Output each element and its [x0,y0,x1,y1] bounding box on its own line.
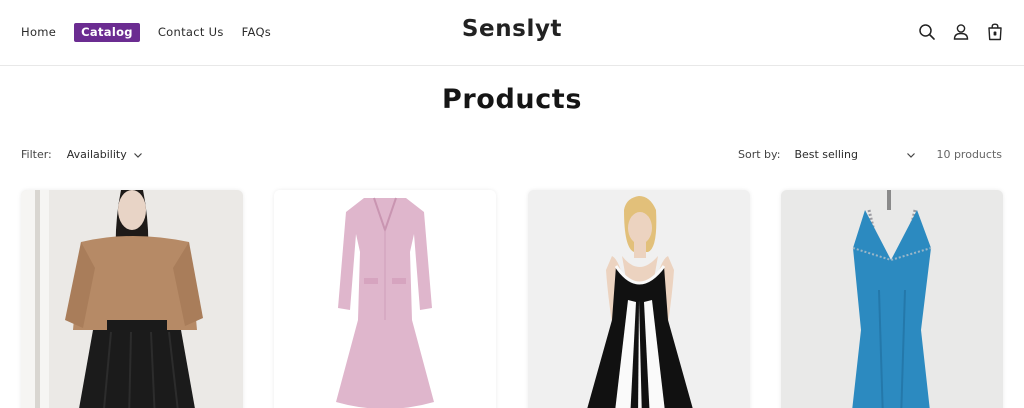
product-card[interactable] [274,190,496,408]
sort-select[interactable]: Best selling [794,148,904,161]
site-header: Home Catalog Contact Us FAQs Senslyt [0,0,1024,66]
filter-label: Filter: [21,148,52,161]
product-image[interactable] [21,190,243,408]
page-title: Products [442,84,582,115]
account-icon[interactable] [952,22,970,42]
product-image[interactable] [781,190,1003,408]
cart-icon[interactable] [986,22,1004,42]
product-card[interactable] [528,190,750,408]
sort-group: Sort by: Best selling 10 products [738,148,1002,161]
facet-bar: Filter: Availability Sort by: Best selli… [21,146,1002,164]
product-count: 10 products [936,148,1002,161]
sort-label: Sort by: [738,148,781,161]
chevron-down-icon[interactable] [131,149,145,161]
product-grid [21,190,1004,408]
header-icons [918,22,1004,42]
product-image[interactable] [528,190,750,408]
chevron-down-icon[interactable] [904,149,918,161]
availability-filter[interactable]: Availability [67,148,127,161]
search-icon[interactable] [918,22,936,42]
product-card[interactable] [781,190,1003,408]
filter-group: Filter: Availability [21,148,145,161]
brand-logo[interactable]: Senslyt [0,16,1024,42]
product-image[interactable] [274,190,496,408]
product-card[interactable] [21,190,243,408]
